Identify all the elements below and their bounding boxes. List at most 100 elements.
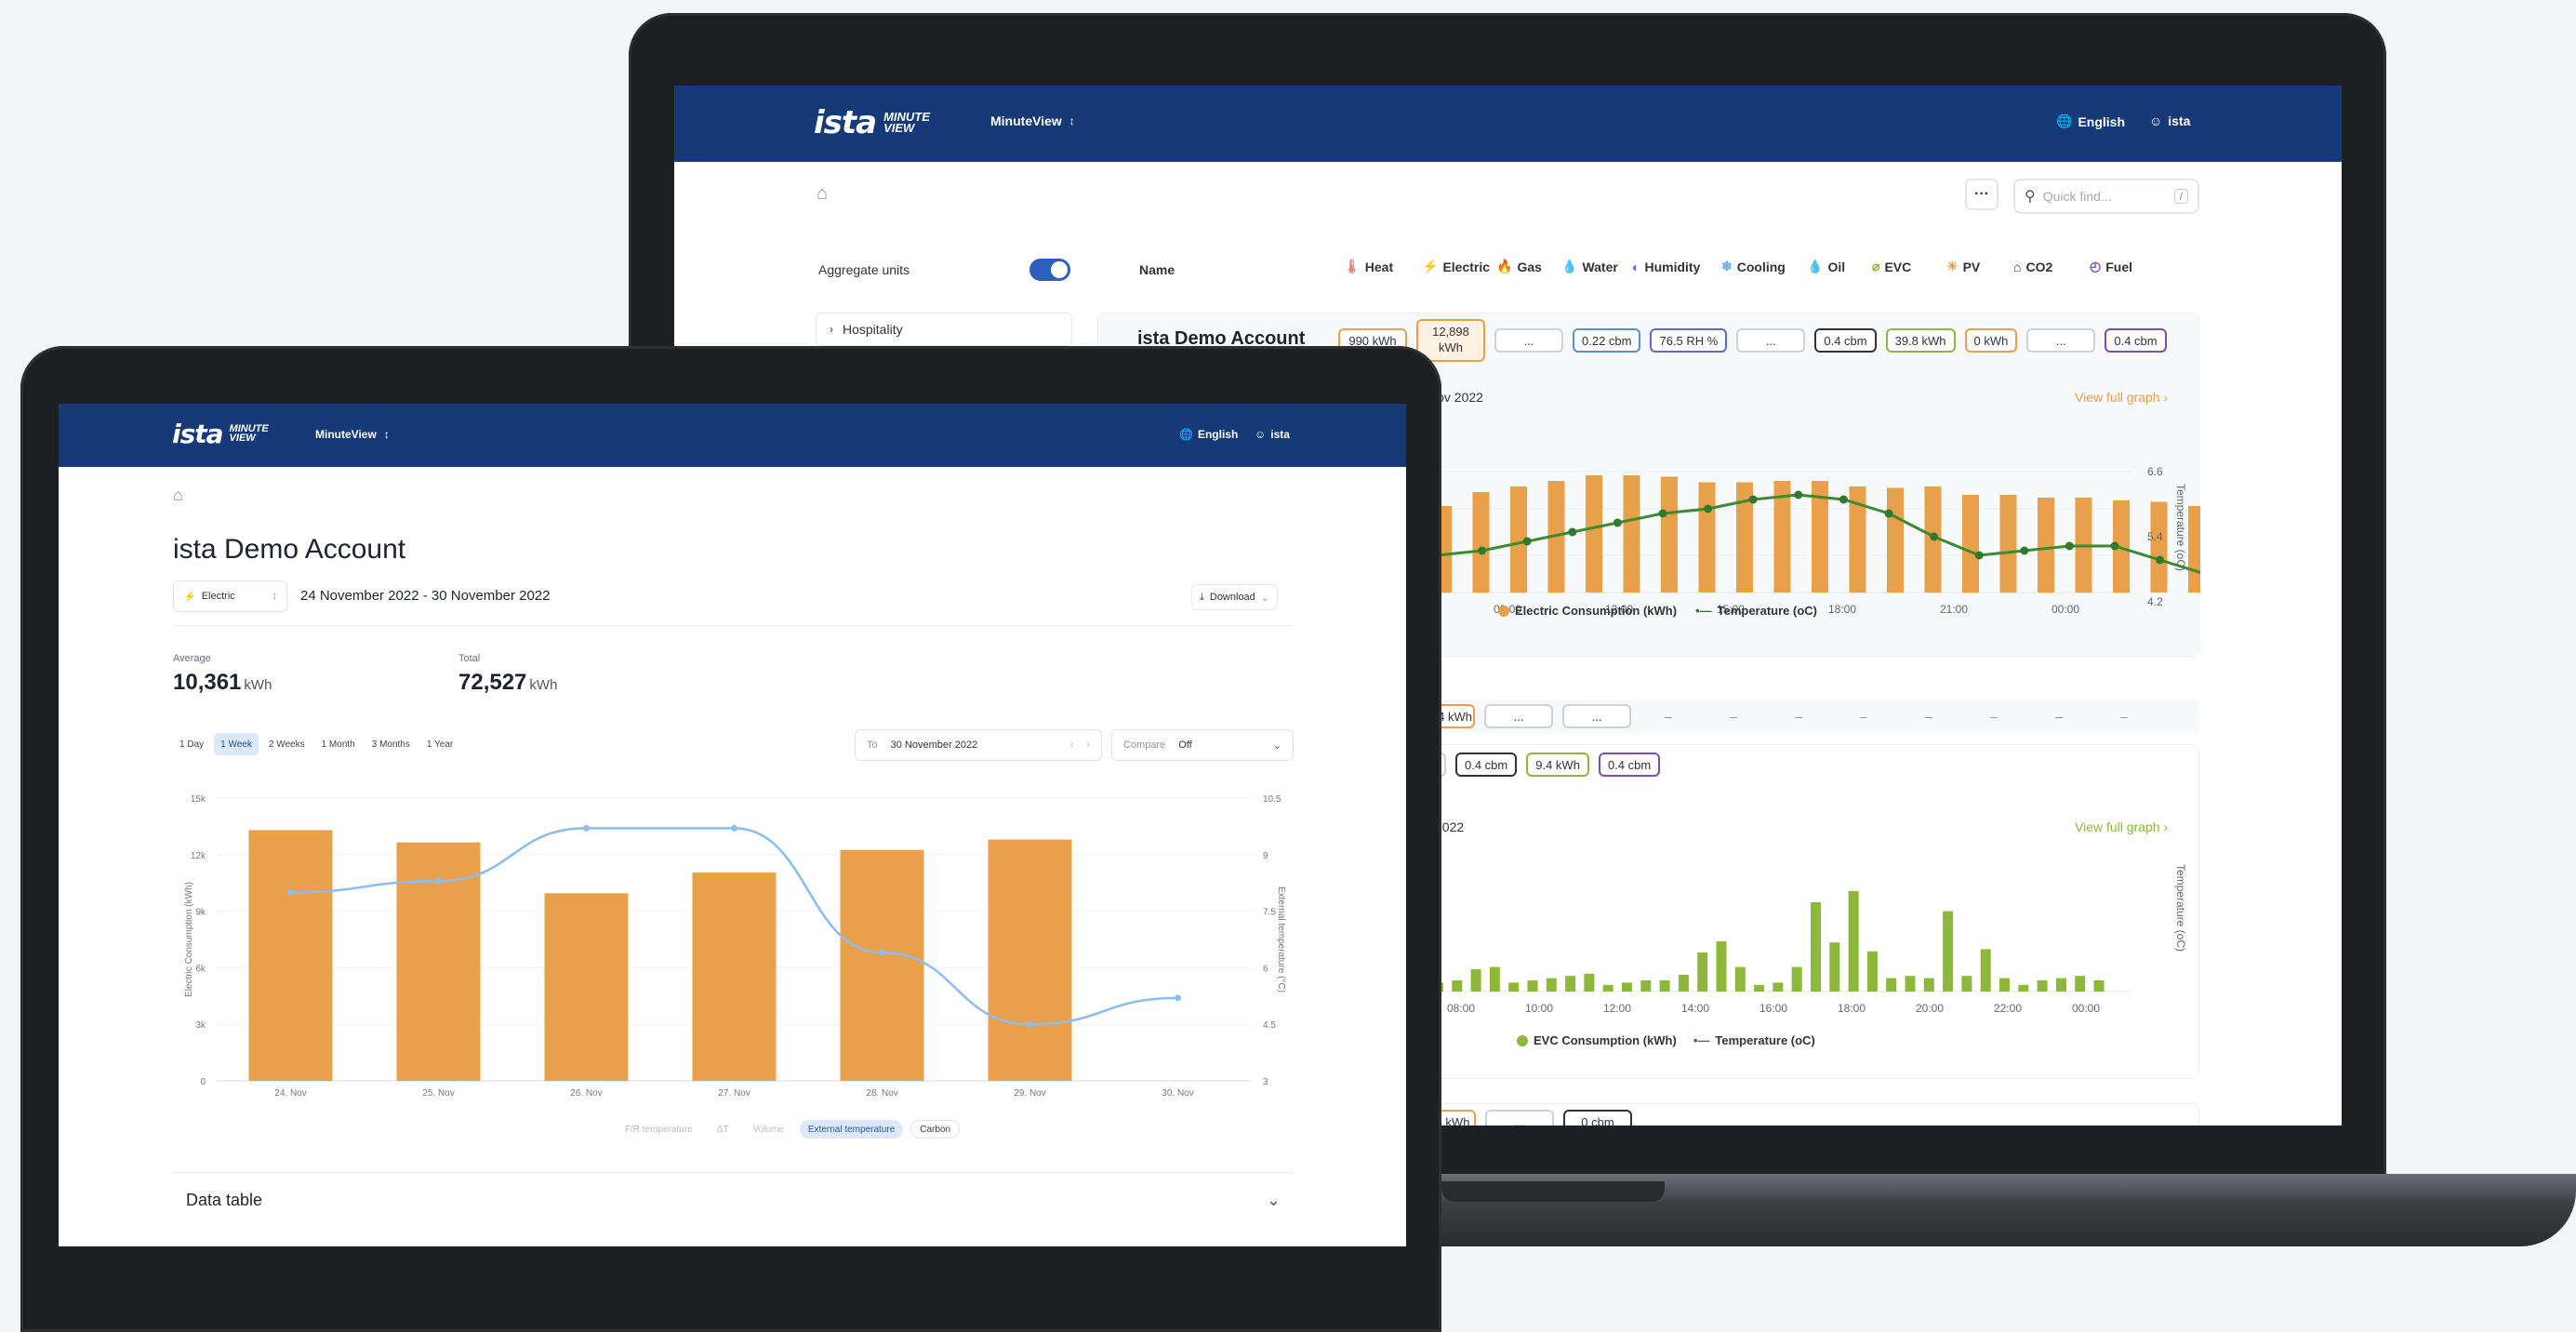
view-full-graph-link[interactable]: View full graph › <box>2075 390 2168 405</box>
home-icon[interactable]: ⌂ <box>817 183 828 205</box>
bar[interactable] <box>1602 984 1613 992</box>
range-tab-1-day[interactable]: 1 Day <box>173 733 210 755</box>
bar[interactable] <box>1773 982 1784 992</box>
value-pill[interactable]: 0 cbm <box>1563 1110 1632 1126</box>
utility-header-water[interactable]: 💧 Water <box>1561 259 1632 274</box>
value-pill[interactable]: 0.22 cbm <box>1573 328 1641 353</box>
sidebar-item-hospitality[interactable]: › Hospitality <box>816 313 1072 346</box>
chevron-right-icon[interactable]: › <box>1086 739 1090 751</box>
home-icon[interactable]: ⌂ <box>173 486 183 505</box>
app-switcher[interactable]: MinuteView ↕ <box>990 113 1075 128</box>
user-menu[interactable]: ☺ ista <box>1255 428 1290 441</box>
value-pill[interactable]: 0.4 cbm <box>1814 328 1877 353</box>
temperature-point[interactable] <box>1658 509 1667 518</box>
value-pill[interactable]: 9.4 kWh <box>1526 753 1589 777</box>
temperature-point[interactable] <box>1704 504 1713 513</box>
value-pill[interactable]: ... <box>1494 328 1563 353</box>
temperature-point[interactable] <box>287 888 294 896</box>
bar[interactable] <box>1640 980 1652 992</box>
value-pill[interactable]: ... <box>1562 704 1631 728</box>
bar[interactable] <box>1527 980 1538 992</box>
bar[interactable] <box>1980 949 1991 992</box>
bar[interactable] <box>1697 952 1708 992</box>
temperature-point[interactable] <box>1478 546 1487 555</box>
utility-header-electric[interactable]: ⚡ Electric <box>1422 259 1496 274</box>
bar[interactable] <box>1546 978 1557 992</box>
temperature-point[interactable] <box>1175 994 1181 1002</box>
temperature-point[interactable] <box>1568 527 1577 537</box>
temperature-point[interactable] <box>1027 1020 1033 1028</box>
bar[interactable] <box>692 872 777 1081</box>
bar[interactable] <box>1489 966 1500 992</box>
bar[interactable] <box>1661 476 1678 593</box>
app-switcher[interactable]: MinuteView ↕ <box>315 428 390 441</box>
bar[interactable] <box>1698 482 1716 593</box>
language-selector[interactable]: 🌐 English <box>1179 428 1238 441</box>
more-button[interactable]: ··· <box>1965 179 1998 210</box>
temperature-point[interactable] <box>583 824 590 832</box>
bar[interactable] <box>1623 475 1640 593</box>
value-pill[interactable]: 12,898 kWh <box>1416 319 1485 362</box>
temperature-point[interactable] <box>1974 551 1984 560</box>
value-pill[interactable]: ... <box>1485 1110 1554 1126</box>
range-tab-1-year[interactable]: 1 Year <box>420 733 459 755</box>
bar[interactable] <box>1923 978 1934 992</box>
bar[interactable] <box>1905 976 1916 992</box>
bar[interactable] <box>1791 966 1802 992</box>
temperature-point[interactable] <box>1930 532 1939 541</box>
series-filter-chip[interactable]: F/R temperature <box>617 1120 701 1139</box>
temperature-point[interactable] <box>731 824 737 832</box>
legend-item-electric[interactable]: Electric Consumption (kWh) <box>1498 604 1677 618</box>
bar[interactable] <box>1678 975 1689 992</box>
utility-header-co2[interactable]: ⌂ CO2 <box>2013 259 2090 274</box>
quick-find-input[interactable]: ⚲ Quick find... / <box>2013 179 2199 214</box>
bar[interactable] <box>2038 498 2054 593</box>
bar[interactable] <box>1754 984 1765 992</box>
series-filter-chip[interactable]: Carbon <box>910 1120 961 1139</box>
bar[interactable] <box>1943 911 1954 992</box>
brand-logo[interactable]: ista MINUTE VIEW <box>172 419 269 449</box>
value-pill[interactable]: 0.4 cbm <box>2105 328 2167 353</box>
range-tab-3-months[interactable]: 3 Months <box>365 733 417 755</box>
user-menu[interactable]: ☺ ista <box>2149 113 2190 128</box>
bar[interactable] <box>988 839 1072 1081</box>
utility-header-cooling[interactable]: ❄ Cooling <box>1721 259 1807 274</box>
bar[interactable] <box>1887 487 1904 593</box>
value-pill[interactable]: 76.5 RH % <box>1650 328 1728 353</box>
bar[interactable] <box>1716 941 1727 992</box>
series-filter-chip[interactable]: ΔT <box>709 1120 737 1139</box>
bar[interactable] <box>1622 982 1632 992</box>
temperature-point[interactable] <box>1839 495 1848 504</box>
utility-header-heat[interactable]: 🌡 Heat <box>1344 259 1422 274</box>
legend-item-temperature[interactable]: •— Temperature (oC) <box>1695 604 1817 618</box>
temperature-point[interactable] <box>2020 546 2029 555</box>
bar[interactable] <box>544 893 629 1081</box>
bar[interactable] <box>1961 976 1972 992</box>
bar[interactable] <box>1470 969 1481 992</box>
bar[interactable] <box>1829 942 1840 992</box>
bar[interactable] <box>248 830 333 1081</box>
temperature-point[interactable] <box>1884 509 1893 518</box>
bar[interactable] <box>1962 495 1979 593</box>
bar[interactable] <box>1866 951 1878 992</box>
bar[interactable] <box>2037 980 2048 992</box>
bar[interactable] <box>1734 966 1746 992</box>
name-column-header[interactable]: Name <box>1139 262 1175 277</box>
bar[interactable] <box>1999 495 2017 593</box>
view-full-graph-link[interactable]: View full graph › <box>2075 819 2168 834</box>
bar[interactable] <box>2055 978 2066 992</box>
range-tab-1-week[interactable]: 1 Week <box>214 733 259 755</box>
compare-select[interactable]: Compare Off ⌄ <box>1111 729 1294 761</box>
data-table-toggle[interactable]: Data table ⌄ <box>173 1191 1294 1210</box>
bar[interactable] <box>1586 475 1602 593</box>
temperature-point[interactable] <box>2156 555 2165 565</box>
range-tab-1-month[interactable]: 1 Month <box>315 733 362 755</box>
bar[interactable] <box>1886 978 1897 992</box>
temperature-point[interactable] <box>435 877 442 885</box>
bar[interactable] <box>2075 976 2086 992</box>
bar[interactable] <box>1811 902 1821 992</box>
bar[interactable] <box>1452 980 1463 992</box>
brand-logo[interactable]: ista MINUTE VIEW <box>814 104 930 141</box>
bar[interactable] <box>1472 492 1490 593</box>
utility-header-humidity[interactable]: ◐ Humidity <box>1632 259 1721 274</box>
